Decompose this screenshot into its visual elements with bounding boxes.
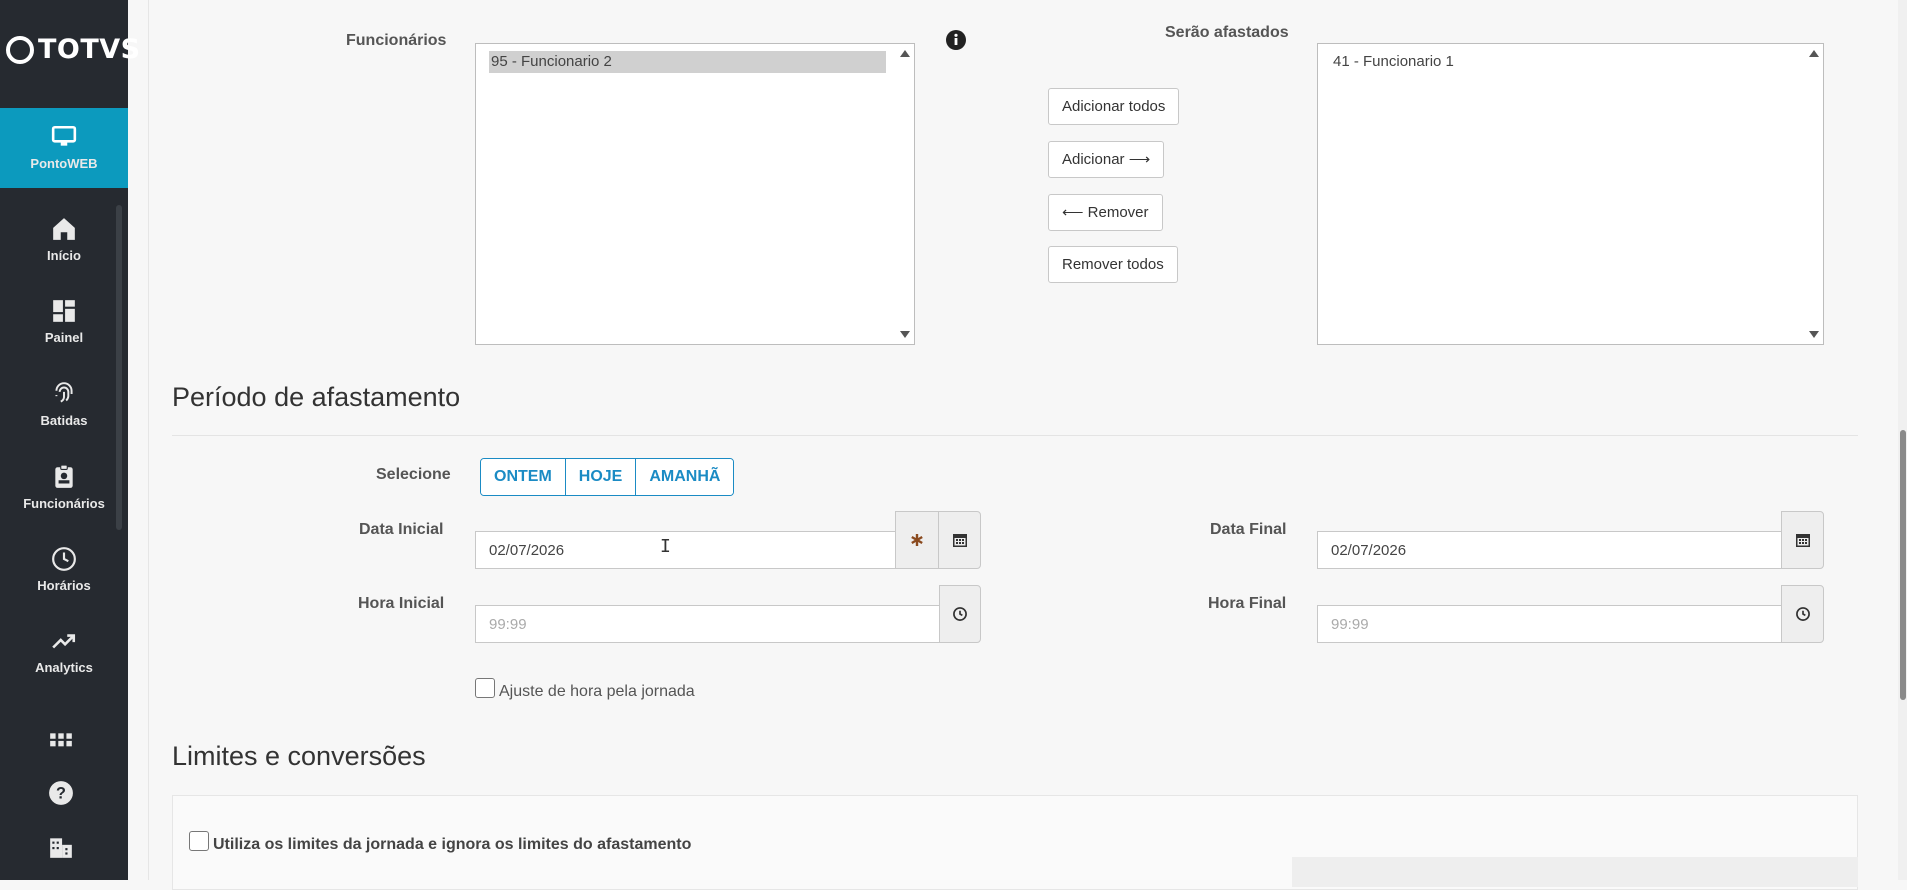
sidebar-item-analytics[interactable]: Analytics [0, 612, 128, 692]
today-button[interactable]: HOJE [565, 459, 637, 495]
asterisk-icon [911, 534, 923, 546]
select-label: Selecione [376, 466, 451, 483]
sidebar: TOTVS PontoWEB Início Painel Batidas Fun… [0, 0, 140, 880]
start-time-label: Hora Inicial [358, 595, 445, 612]
badge-icon [55, 464, 73, 488]
sidebar-item-label: Funcionários [23, 496, 105, 511]
home-icon [53, 218, 75, 240]
end-time-label: Hora Final [1208, 595, 1287, 612]
end-date-input[interactable] [1317, 531, 1782, 569]
limits-section-title: Limites e conversões [172, 741, 426, 771]
brand-logo[interactable]: TOTVS [6, 34, 141, 65]
sidebar-item-label: Horários [37, 578, 91, 593]
employees-label: Funcionários [346, 32, 447, 49]
use-journey-limits-label: Utiliza os limites da jornada e ignora o… [213, 836, 692, 853]
start-date-label: Data Inicial [359, 521, 444, 538]
list-item[interactable]: 95 - Funcionario 2 [489, 51, 886, 73]
asterisk-addon[interactable] [895, 511, 939, 569]
totvs-logo-icon [6, 35, 34, 64]
help-icon[interactable]: ? [48, 780, 74, 806]
scroll-up-arrow-icon[interactable] [900, 50, 910, 57]
scroll-down-arrow-icon[interactable] [1809, 331, 1819, 338]
tomorrow-button[interactable]: AMANHÃ [636, 459, 734, 495]
start-time-clock-button[interactable] [939, 585, 981, 643]
sidebar-scrollbar[interactable] [116, 205, 122, 530]
info-icon[interactable] [946, 30, 966, 50]
remove-button[interactable]: ⟵ Remover [1048, 194, 1163, 231]
selected-employees-label: Serão afastados [1165, 24, 1289, 41]
scroll-up-arrow-icon[interactable] [1809, 50, 1819, 57]
monitor-icon [51, 125, 77, 146]
list-scrollbar[interactable] [1805, 44, 1823, 344]
building-icon[interactable] [48, 834, 74, 860]
clock-icon [953, 607, 967, 621]
quick-date-buttons: ONTEM HOJE AMANHÃ [480, 458, 735, 496]
add-all-button[interactable]: Adicionar todos [1048, 88, 1180, 125]
end-date-label: Data Final [1210, 521, 1287, 538]
svg-text:?: ? [56, 784, 66, 802]
page-scrollbar-thumb[interactable] [1900, 430, 1906, 700]
list-item[interactable]: 41 - Funcionario 1 [1331, 51, 1795, 73]
sidebar-item-painel[interactable]: Painel [0, 282, 128, 362]
selected-employees-list[interactable]: 41 - Funcionario 1 [1317, 43, 1824, 345]
sidebar-item-horarios[interactable]: Horários [0, 530, 128, 610]
end-time-clock-button[interactable] [1781, 585, 1824, 643]
dashboard-icon [53, 300, 75, 322]
start-time-input[interactable] [475, 605, 940, 643]
brand-name: TOTVS [38, 34, 141, 65]
adjust-time-checkbox[interactable] [475, 678, 495, 698]
clock-icon [52, 547, 76, 571]
remove-all-button[interactable]: Remover todos [1048, 246, 1178, 283]
sidebar-item-label: Batidas [40, 413, 88, 428]
clock-icon [1795, 607, 1810, 621]
sidebar-item-label: Painel [44, 330, 84, 345]
adjust-time-label: Ajuste de hora pela jornada [499, 683, 695, 700]
sidebar-item-label: PontoWEB [30, 156, 98, 171]
sidebar-item-label: Analytics [35, 660, 93, 675]
sidebar-item-batidas[interactable]: Batidas [0, 365, 128, 445]
apps-grid-icon[interactable] [48, 729, 74, 755]
yesterday-button[interactable]: ONTEM [481, 459, 566, 495]
start-date-calendar-button[interactable] [938, 511, 981, 569]
list-scrollbar[interactable] [896, 44, 914, 344]
sidebar-item-funcionarios[interactable]: Funcionários [0, 448, 128, 528]
sidebar-item-label: Início [47, 248, 81, 263]
limits-panel-side [1292, 857, 1858, 887]
add-button[interactable]: Adicionar ⟶ [1048, 141, 1165, 178]
end-date-calendar-button[interactable] [1781, 511, 1824, 569]
text-cursor-icon: I [660, 536, 671, 557]
sidebar-item-pontoweb[interactable]: PontoWEB [0, 108, 128, 188]
period-section-title: Período de afastamento [172, 382, 461, 412]
scroll-down-arrow-icon[interactable] [900, 331, 910, 338]
start-date-input[interactable] [475, 531, 896, 569]
calendar-icon [952, 534, 967, 547]
fingerprint-icon [55, 382, 73, 403]
trend-icon [52, 634, 76, 649]
calendar-icon [1795, 534, 1810, 547]
end-time-input[interactable] [1317, 605, 1782, 643]
sidebar-item-inicio[interactable]: Início [0, 200, 128, 280]
available-employees-list[interactable]: 95 - Funcionario 2 [475, 43, 915, 345]
use-journey-limits-checkbox[interactable] [189, 831, 209, 851]
section-divider [172, 435, 1858, 436]
